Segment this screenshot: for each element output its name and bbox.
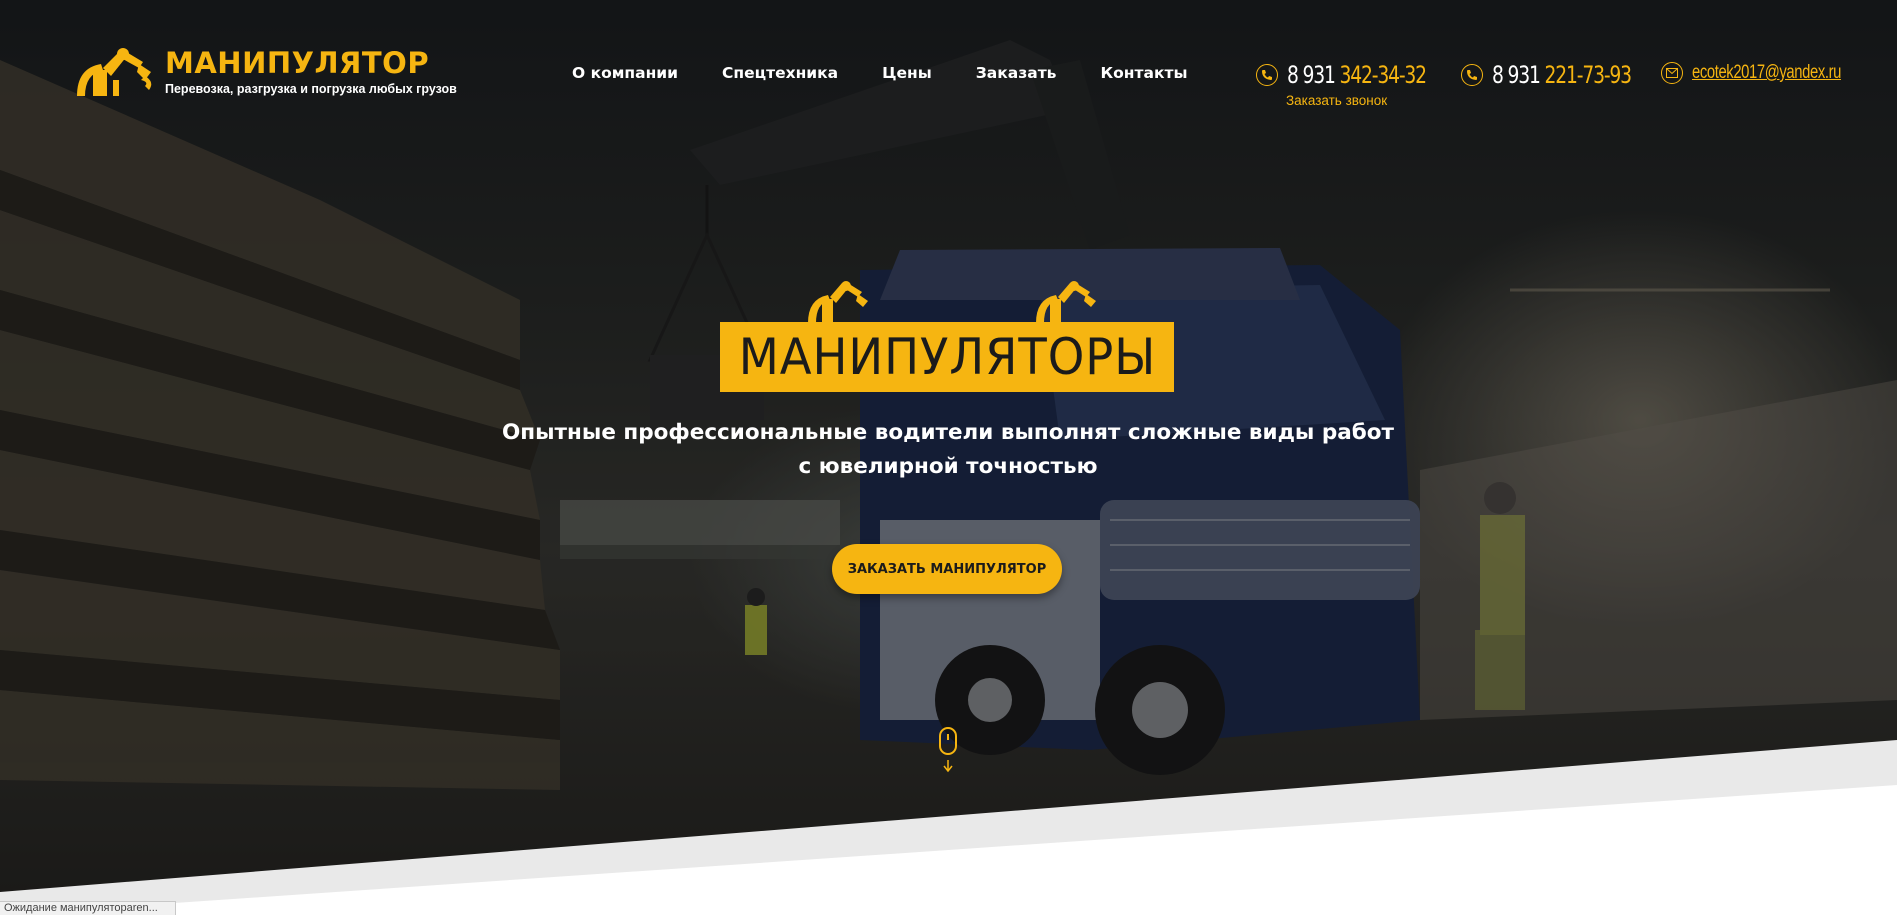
hero-subtitle-line-2: с ювелирной точностью [798,454,1098,479]
crane-manipulator-icon [77,48,152,96]
logo-subtitle: Перевозка, разгрузка и погрузка любых гр… [165,82,457,96]
nav-link-prices[interactable]: Цены [882,64,932,82]
hero-subtitle-line-1: Опытные профессиональные водители выполн… [501,420,1395,445]
callback-link[interactable]: Заказать звонок [1286,93,1387,108]
headline-box: МАНИПУЛЯТОРЫ [720,322,1174,392]
email-address: ecotek2017@yandex.ru [1692,62,1841,83]
phone-1-number: 342-34-32 [1339,61,1428,89]
logo-title: МАНИПУЛЯТОР [165,46,430,80]
headline-crane-icons [808,281,1096,323]
phone-link-1[interactable]: 8 931 342-34-32 [1256,61,1465,89]
main-nav: О компании Спецтехника Цены Заказать Кон… [572,64,1187,82]
phone-2-prefix: 8 931 [1492,61,1541,89]
nav-link-contacts[interactable]: Контакты [1100,64,1187,82]
order-manipulator-button-label: ЗАКАЗАТЬ МАНИПУЛЯТОР [847,561,1047,577]
order-manipulator-button[interactable]: ЗАКАЗАТЬ МАНИПУЛЯТОР [832,544,1062,594]
phone-2-number: 221-73-93 [1544,61,1633,89]
mail-icon [1661,62,1683,84]
page-title: МАНИПУЛЯТОРЫ [738,328,1156,386]
hero-subtitle: Опытные профессиональные водители выполн… [448,416,1448,484]
phone-icon [1461,64,1483,86]
phone-link-2[interactable]: 8 931 221-73-93 [1461,61,1670,89]
email-link[interactable]: ecotek2017@yandex.ru [1661,62,1883,84]
browser-status-bar: Ожидание манипулятораren... [0,901,176,915]
nav-link-equipment[interactable]: Спецтехника [722,64,838,82]
mouse-scroll-icon[interactable] [938,726,958,774]
site-logo[interactable]: МАНИПУЛЯТОР Перевозка, разгрузка и погру… [75,46,457,100]
phone-1-prefix: 8 931 [1287,61,1336,89]
nav-link-order[interactable]: Заказать [976,64,1057,82]
nav-link-about[interactable]: О компании [572,64,678,82]
crane-manipulator-icon [808,281,868,323]
phone-icon [1256,64,1278,86]
